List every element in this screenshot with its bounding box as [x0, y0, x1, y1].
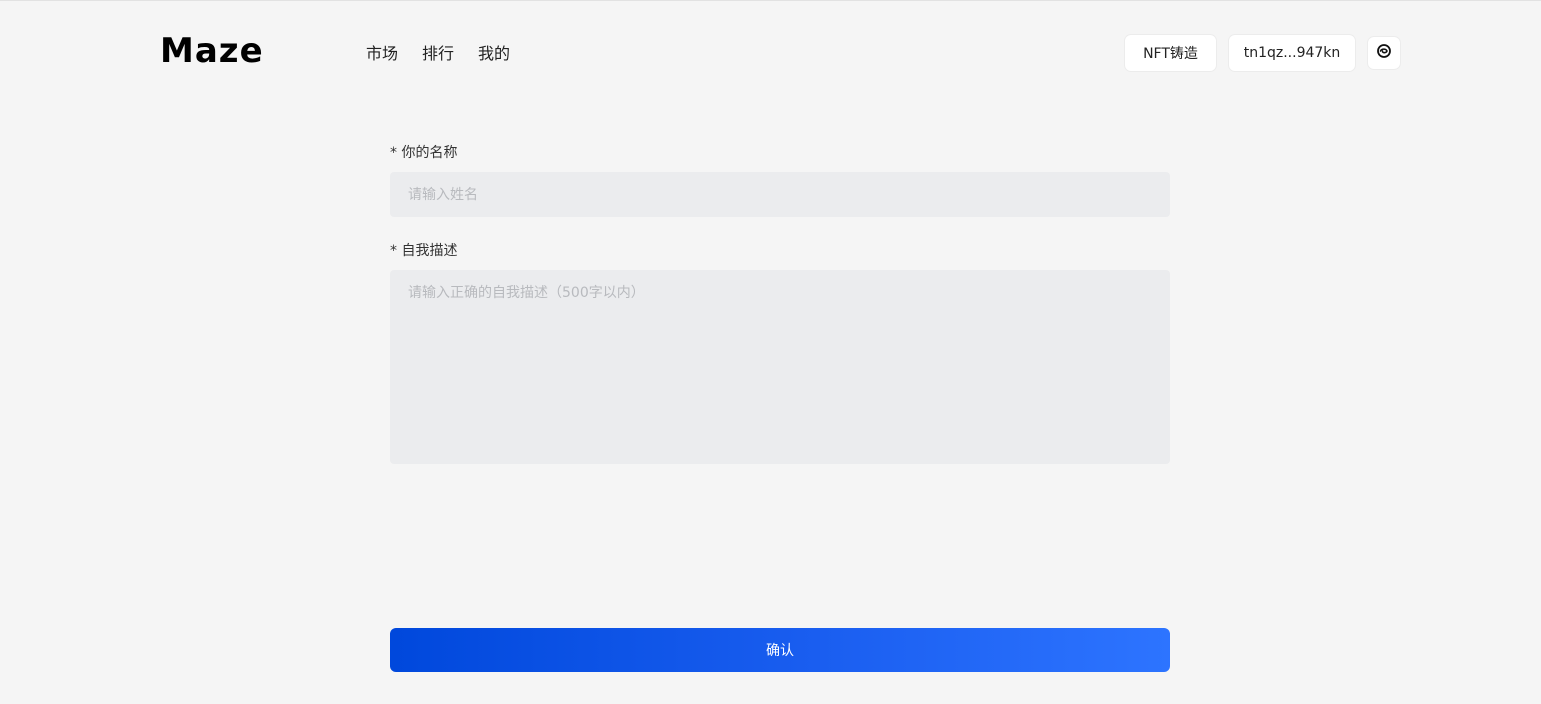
- nft-mint-button[interactable]: NFT铸造: [1125, 35, 1216, 71]
- header: Maze 市场 排行 我的 NFT铸造 tn1qz...947kn: [0, 1, 1541, 101]
- description-label: * 自我描述: [390, 243, 458, 259]
- description-textarea[interactable]: [390, 270, 1170, 464]
- nav-item-mine[interactable]: 我的: [478, 43, 510, 65]
- name-input[interactable]: [390, 172, 1170, 217]
- name-label: * 你的名称: [390, 145, 458, 161]
- nav-item-ranking[interactable]: 排行: [422, 43, 454, 65]
- main-nav: 市场 排行 我的: [366, 43, 510, 65]
- theme-toggle-button[interactable]: [1368, 37, 1400, 69]
- confirm-button[interactable]: 确认: [390, 628, 1170, 672]
- swirl-icon: [1376, 43, 1392, 63]
- wallet-address-button[interactable]: tn1qz...947kn: [1229, 35, 1355, 71]
- nav-item-market[interactable]: 市场: [366, 43, 398, 65]
- logo[interactable]: Maze: [160, 31, 264, 71]
